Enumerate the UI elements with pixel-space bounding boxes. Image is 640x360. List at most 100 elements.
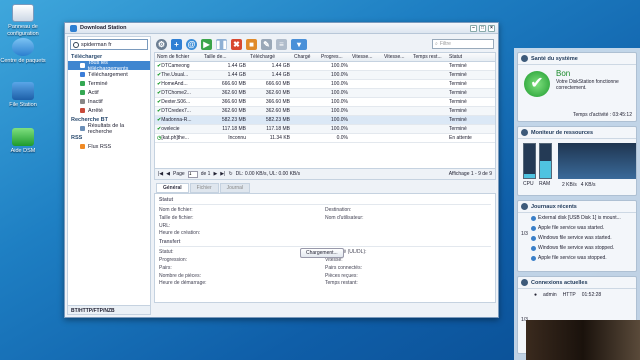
table-row[interactable]: ◷[kat.ph]the... Inconnu 11.34 KB 0.0% En att… <box>155 134 495 143</box>
table-row[interactable]: ✔DTCameong 1.44 GB 1.44 GB 100.0% Terminé <box>155 62 495 71</box>
column-header[interactable]: Vitesse... <box>382 54 411 60</box>
detail-tabs: Général Fichier Journal <box>154 183 496 193</box>
download-rate: 4 KB/s <box>580 182 596 188</box>
cell-status: Terminé <box>449 72 467 78</box>
field-label: Pairs: <box>159 264 172 271</box>
sidebar-item-active[interactable]: Actif <box>68 88 150 97</box>
cell-size: 362.60 MB <box>221 108 246 114</box>
add-button[interactable]: + <box>171 38 182 50</box>
sidebar-item-finished[interactable]: Terminé <box>68 79 150 88</box>
desktop-icon-package-center[interactable]: Centre de paquets <box>0 38 46 65</box>
desktop-icon-file-station[interactable]: File Station <box>0 82 46 109</box>
health-icon <box>521 55 528 62</box>
desktop-icon-control-panel[interactable]: Panneau de configuration <box>0 4 46 37</box>
minimize-button[interactable]: – <box>470 24 477 32</box>
column-header[interactable]: Taille de... <box>202 54 248 60</box>
window-titlebar[interactable]: Download Station – □ × <box>65 23 498 34</box>
maximize-button[interactable]: □ <box>479 24 486 32</box>
table-row[interactable]: ✔HomeAnd... 666.60 MB 666.60 MB 100.0% Termi… <box>155 80 495 89</box>
table-row[interactable]: ✔The.Usual... 1.44 GB 1.44 GB 100.0% Terminé <box>155 71 495 80</box>
sidebar-item-search-results[interactable]: Résultats de la recherche <box>68 122 150 135</box>
close-button[interactable]: × <box>488 24 495 32</box>
settings-button[interactable]: ⚙ <box>156 38 167 50</box>
delete-button[interactable]: ✖ <box>231 38 242 50</box>
tab-file[interactable]: Fichier <box>189 183 219 193</box>
monitor-icon <box>521 129 528 136</box>
cell-progress: 100.0% <box>331 126 348 132</box>
tab-log[interactable]: Journal <box>219 183 251 193</box>
connection-time: 01:52:28 <box>581 292 602 298</box>
cell-downloaded: 362.60 MB <box>265 90 290 96</box>
tab-general[interactable]: Général <box>156 183 189 193</box>
last-page-button[interactable]: ▶| <box>220 171 225 177</box>
connections-icon <box>521 279 528 286</box>
sidebar-item-stopped[interactable]: Arrêté <box>68 106 150 115</box>
field-label: Temps restant: <box>325 280 358 287</box>
display-count: Affichage 1 - 9 de 9 <box>448 171 492 177</box>
control-panel-icon <box>12 4 34 22</box>
table-row[interactable]: ✔Dexter.S06... 366.60 MB 366.60 MB 100.0% Te… <box>155 98 495 107</box>
column-header[interactable]: Vitesse... <box>350 54 382 60</box>
resume-button[interactable]: ▶ <box>201 38 212 50</box>
page-input[interactable] <box>187 170 198 178</box>
view-dropdown-button[interactable]: ▾ <box>291 38 307 50</box>
sidebar-footer: BT/HTTP/FTP/NZB <box>68 305 150 314</box>
sidebar-item-inactive[interactable]: Inactif <box>68 97 150 106</box>
sidebar-item-label: Inactif <box>88 98 103 105</box>
table-row[interactable]: ✔DTCredex7... 362.60 MB 362.60 MB 100.0% Ter… <box>155 107 495 116</box>
stop-icon <box>80 108 85 113</box>
health-status: Bon <box>556 69 571 78</box>
sidebar-item-label: Arrêté <box>88 107 103 114</box>
column-header[interactable]: Téléchargé <box>248 54 292 60</box>
sidebar-item-label: Résultats de la recherche <box>87 122 125 135</box>
filter-placeholder: Filtre <box>439 41 451 47</box>
cell-status: Terminé <box>449 81 467 87</box>
health-message: Votre DiskStation fonctionne correctemen… <box>556 79 619 91</box>
check-circle-icon: ✔ <box>524 71 550 97</box>
table-row[interactable]: ✔DTChome2... 362.60 MB 362.60 MB 100.0% Term… <box>155 89 495 98</box>
add-url-button[interactable]: @ <box>186 38 197 50</box>
connection-user: admin <box>543 292 557 298</box>
cell-size: 582.23 MB <box>221 117 246 123</box>
pager: |◀ ◀ Page de 1 ▶ ▶| ↻ DL: 0.00 KB/s, UL:… <box>154 169 496 180</box>
cell-progress: 100.0% <box>331 108 348 114</box>
pause-button[interactable]: ❚❚ <box>215 38 228 50</box>
toolbar: ⚙ + @ ▶ ❚❚ ✖ ■ ✎ ≡ ▾ ⌕ Filtre <box>154 36 496 52</box>
refresh-icon[interactable]: ↻ <box>228 171 232 177</box>
widget-title: Santé du système <box>531 55 578 62</box>
column-header[interactable]: Temps rest... <box>411 54 447 60</box>
column-header[interactable]: Progres... <box>319 54 350 60</box>
edit-button[interactable]: ✎ <box>261 38 272 50</box>
next-page-button[interactable]: ▶ <box>213 171 217 177</box>
clear-button[interactable]: ■ <box>246 38 257 50</box>
table-row[interactable]: ✔ovelecie 117.18 MB 117.18 MB 100.0% Terminé <box>155 125 495 134</box>
cell-status: En attente <box>449 135 472 141</box>
column-header[interactable]: Statut <box>447 54 483 60</box>
column-header[interactable]: Nom de fichier <box>155 54 202 60</box>
prev-page-button[interactable]: ◀ <box>166 171 170 177</box>
cell-size: 117.18 MB <box>222 126 246 132</box>
table-row[interactable]: ✔Madonna-R... 582.23 MB 582.23 MB 100.0% Ter… <box>155 116 495 125</box>
info-icon <box>531 235 536 241</box>
info-icon <box>531 215 536 221</box>
sidebar-item-rss-feeds[interactable]: Flux RSS <box>68 142 150 151</box>
table-header: Nom de fichier Taille de... Téléchargé C… <box>155 53 495 62</box>
info-button[interactable]: ≡ <box>276 38 287 50</box>
file-name: Madonna-R... <box>161 117 192 123</box>
ram-gauge <box>539 143 552 179</box>
sidebar-item-all[interactable]: Tous les téléchargements <box>68 60 150 72</box>
search-input[interactable]: spiderman fr <box>81 42 112 48</box>
loading-button[interactable]: Chargement... <box>300 248 344 258</box>
desktop-icon-help[interactable]: Aide DSM <box>0 128 46 155</box>
cell-name: ✔Madonna-R... <box>155 117 202 123</box>
cell-status: Terminé <box>449 126 467 132</box>
sidebar: spiderman fr Télécharger Tous les téléch… <box>67 36 151 315</box>
logs-pager[interactable]: 1/3 <box>521 231 528 237</box>
first-page-button[interactable]: |◀ <box>158 171 163 177</box>
filter-input[interactable]: ⌕ Filtre <box>432 39 494 49</box>
cell-size: 1.44 GB <box>227 72 246 78</box>
column-header[interactable]: Chargé <box>292 54 319 60</box>
sidebar-item-label: Actif <box>88 89 99 96</box>
search-box[interactable]: spiderman fr <box>70 39 148 50</box>
window-title: Download Station <box>80 25 127 31</box>
